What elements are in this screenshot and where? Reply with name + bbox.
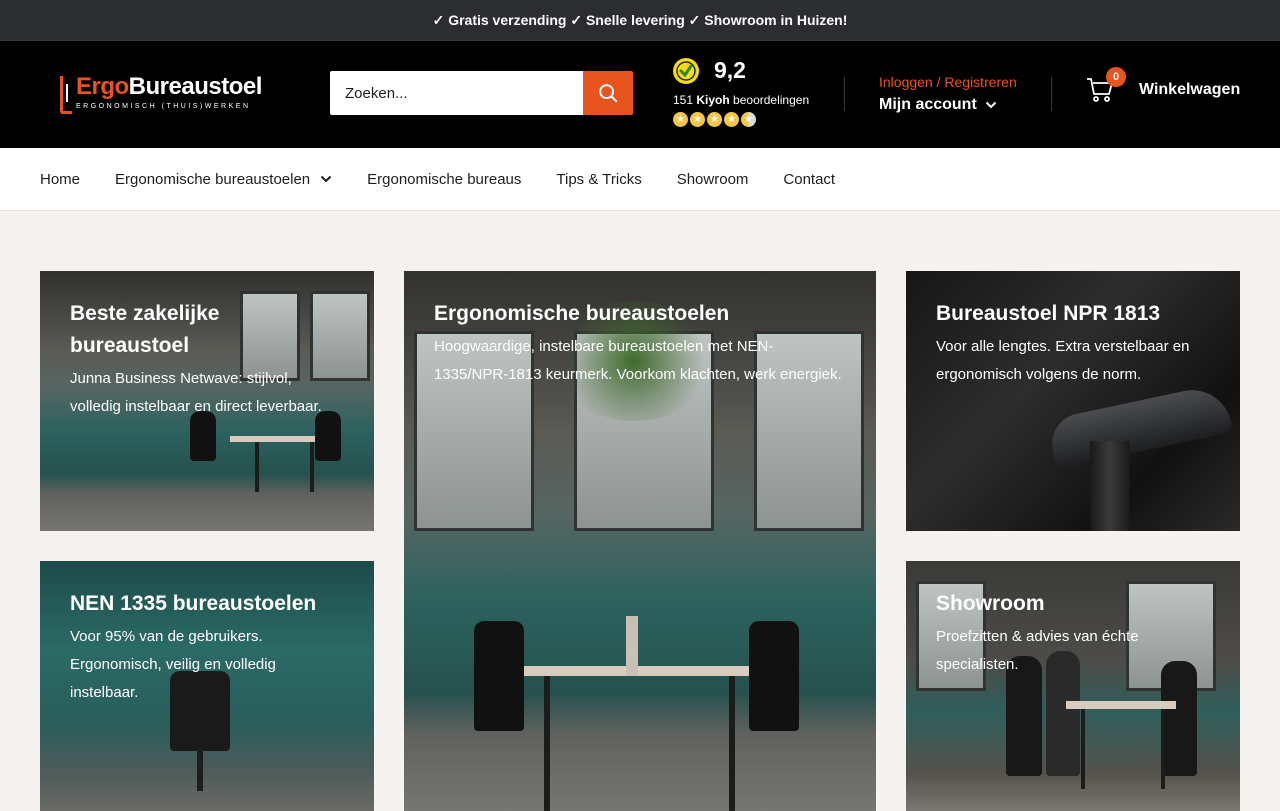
nav-item-tips-tricks[interactable]: Tips & Tricks — [556, 171, 641, 188]
kiyoh-suffix: beoordelingen — [729, 93, 810, 107]
kiyoh-stars: ★ ★ ★ ★ ★ — [673, 112, 809, 127]
search-bar — [330, 71, 633, 115]
nav-item-contact[interactable]: Contact — [783, 171, 835, 188]
nav-item-ergonomische-bureaustoelen[interactable]: Ergonomische bureaustoelen — [115, 171, 332, 188]
announcement-text: ✓ Gratis verzending ✓ Snelle levering ✓ … — [432, 11, 848, 28]
nav-item-label: Tips & Tricks — [556, 170, 642, 188]
search-button[interactable] — [583, 71, 633, 115]
kiyoh-review-count: 151 Kiyoh beoordelingen — [673, 93, 809, 107]
logo-title-bureaustoel: Bureaustoel — [128, 73, 263, 100]
nav-item-label: Ergonomische bureaustoelen — [115, 170, 311, 188]
nav-item-label: Ergonomische bureaus — [367, 170, 522, 188]
cart-label: Winkelwagen — [1139, 81, 1241, 98]
tile-beste-zakelijke-bureaustoel[interactable]: Beste zakelijke bureaustoel Junna Busine… — [40, 271, 374, 531]
kiyoh-score: 9,2 — [714, 57, 746, 83]
tile-showroom[interactable]: Showroom Proefzitten & advies van échte … — [906, 561, 1240, 811]
nav-item-showroom[interactable]: Showroom — [677, 171, 749, 188]
star-icon: ★ — [690, 112, 705, 127]
nav-item-home[interactable]: Home — [40, 171, 80, 188]
tile-title: Bureaustoel NPR 1813 — [936, 302, 1161, 325]
nav-item-label: Showroom — [676, 170, 749, 188]
tile-description: Proefzitten & advies van échte specialis… — [936, 628, 1139, 673]
star-half-icon: ★ — [741, 112, 756, 127]
star-icon: ★ — [673, 112, 688, 127]
logo-chair-icon — [60, 76, 72, 114]
tile-title: NEN 1335 bureaustoelen — [70, 592, 317, 615]
tile-bureaustoel-npr-1813[interactable]: Bureaustoel NPR 1813 Voor alle lengtes. … — [906, 271, 1240, 531]
account-menu[interactable]: Inloggen / Registreren Mijn account — [879, 74, 1017, 114]
login-register-link[interactable]: Inloggen / Registreren — [879, 74, 1017, 90]
nav-item-ergonomische-bureaus[interactable]: Ergonomische bureaus — [367, 171, 521, 188]
site-header: ErgoBureaustoel ERGONOMISCH (THUIS)WERKE… — [0, 40, 1280, 148]
tile-title: Beste zakelijke bureaustoel — [70, 302, 220, 357]
cart-button[interactable]: 0 Winkelwagen — [1086, 67, 1241, 103]
kiyoh-brand: Kiyoh — [696, 93, 730, 107]
my-account-dropdown[interactable]: Mijn account — [879, 96, 1017, 114]
chevron-down-icon — [320, 175, 332, 183]
header-divider — [1051, 77, 1052, 111]
announcement-bar: ✓ Gratis verzending ✓ Snelle levering ✓ … — [0, 0, 1280, 40]
main-nav: Home Ergonomische bureaustoelen Ergonomi… — [0, 148, 1280, 211]
tile-description: Voor alle lengtes. Extra verstelbaar en … — [936, 338, 1190, 383]
header-divider — [844, 77, 845, 111]
logo-tagline: ERGONOMISCH (THUIS)WERKEN — [76, 103, 251, 110]
logo-title-ergo: Ergo — [76, 73, 129, 100]
kiyoh-rating[interactable]: 9,2 151 Kiyoh beoordelingen ★ ★ ★ ★ ★ — [673, 57, 809, 127]
tile-description: Voor 95% van de gebruikers. Ergonomisch,… — [70, 628, 276, 701]
my-account-label: Mijn account — [879, 96, 977, 113]
tile-title: Ergonomische bureaustoelen — [434, 302, 730, 325]
search-input[interactable] — [330, 71, 583, 115]
chevron-down-icon — [985, 101, 996, 109]
star-icon: ★ — [724, 112, 739, 127]
search-icon — [599, 84, 618, 103]
tile-description: Junna Business Netwave: stijlvol, volled… — [70, 370, 322, 415]
tile-title: Showroom — [936, 592, 1045, 615]
nav-item-label: Home — [40, 170, 81, 188]
nav-item-label: Contact — [783, 170, 836, 188]
cart-count-badge: 0 — [1106, 67, 1126, 87]
logo[interactable]: ErgoBureaustoel ERGONOMISCH (THUIS)WERKE… — [60, 73, 262, 114]
star-icon: ★ — [707, 112, 722, 127]
tile-description: Hoogwaardige, instelbare bureaustoelen m… — [434, 338, 842, 383]
kiyoh-logo-icon — [673, 57, 699, 84]
kiyoh-count-number: 151 — [673, 93, 694, 107]
tile-nen-1335-bureaustoelen[interactable]: NEN 1335 bureaustoelen Voor 95% van de g… — [40, 561, 374, 811]
tile-ergonomische-bureaustoelen[interactable]: Ergonomische bureaustoelen Hoogwaardige,… — [404, 271, 876, 811]
